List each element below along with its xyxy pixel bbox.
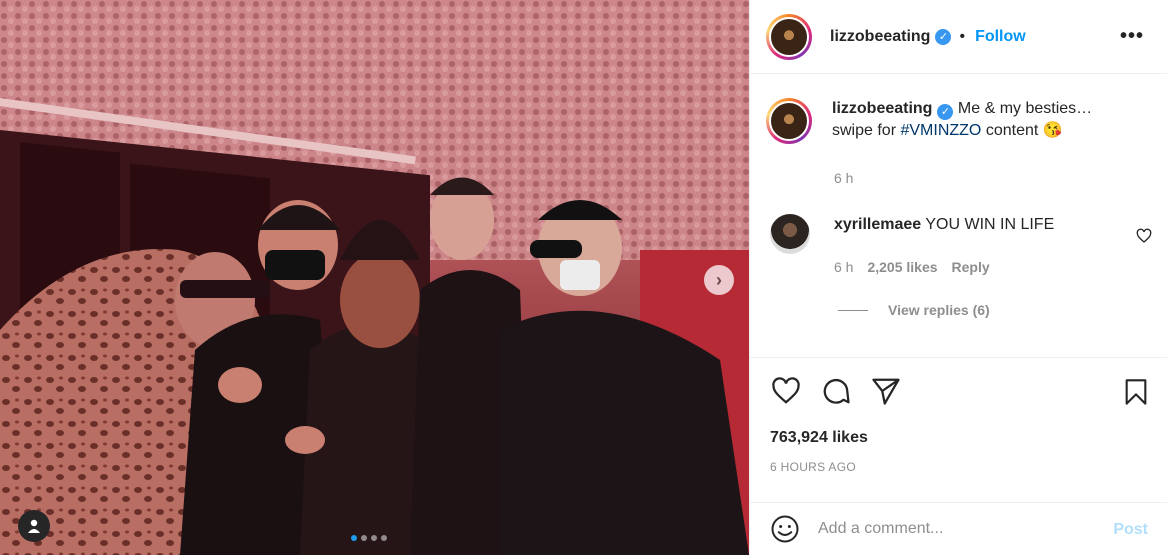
comment-meta: 6 h 2,205 likes Reply xyxy=(834,259,990,275)
author-avatar[interactable] xyxy=(766,13,812,60)
author-username[interactable]: lizzobeeating xyxy=(830,28,930,46)
likes-count[interactable]: 763,924 likes xyxy=(770,429,868,447)
post-caption: lizzobeeating ✓ Me & my besties… swipe for… xyxy=(766,98,1132,144)
heart-icon[interactable] xyxy=(770,376,802,406)
comment-item: xyrillemaee YOU WIN IN LIFE xyxy=(770,214,1054,254)
view-replies-label: View replies (6) xyxy=(888,302,990,318)
caption-time: 6 h xyxy=(834,170,854,186)
comment-icon[interactable] xyxy=(820,376,852,406)
caption-hashtag[interactable]: #VMINZZO xyxy=(900,122,981,139)
carousel-dot xyxy=(361,535,367,541)
view-replies-button[interactable]: View replies (6) xyxy=(838,302,990,318)
follow-button[interactable]: Follow xyxy=(975,28,1026,46)
comment-input[interactable] xyxy=(818,520,1088,538)
comment-likes[interactable]: 2,205 likes xyxy=(867,259,937,275)
replies-divider xyxy=(838,309,868,311)
verified-badge-icon: ✓ xyxy=(937,104,954,120)
commenter-username[interactable]: xyrillemaee xyxy=(834,216,921,233)
caption-suffix: content 😘 xyxy=(985,122,1063,139)
chevron-right-icon: › xyxy=(716,270,722,290)
carousel-dot xyxy=(381,535,387,541)
user-tag-icon xyxy=(28,519,40,533)
post-timestamp: 6 HOURS AGO xyxy=(770,460,856,474)
post-photo[interactable]: › xyxy=(0,0,749,555)
comment-time: 6 h xyxy=(834,259,854,275)
carousel-next-button[interactable]: › xyxy=(704,265,734,295)
carousel-dot xyxy=(371,535,377,541)
carousel-dot xyxy=(351,535,357,541)
reply-button[interactable]: Reply xyxy=(952,259,990,275)
comment-composer: Post xyxy=(750,502,1167,555)
caption-author-avatar[interactable] xyxy=(766,98,812,144)
commenter-avatar[interactable] xyxy=(770,214,810,254)
emoji-icon[interactable] xyxy=(770,514,800,544)
post-side-panel: lizzobeeating ✓ • Follow ••• lizzobeeati… xyxy=(749,0,1167,555)
comment-like-heart-icon[interactable] xyxy=(1136,228,1152,244)
verified-badge-icon: ✓ xyxy=(935,28,952,45)
concert-photo-scene xyxy=(0,0,749,555)
tagged-users-button[interactable] xyxy=(18,510,50,542)
post-header: lizzobeeating ✓ • Follow ••• xyxy=(750,0,1167,74)
paper-plane-icon[interactable] xyxy=(870,376,902,406)
post-comment-button[interactable]: Post xyxy=(1113,521,1148,539)
caption-username[interactable]: lizzobeeating xyxy=(832,100,932,117)
bookmark-icon[interactable] xyxy=(1122,376,1150,408)
carousel-indicator xyxy=(351,535,387,541)
comment-text: YOU WIN IN LIFE xyxy=(925,216,1055,233)
more-options-icon[interactable]: ••• xyxy=(1120,25,1144,48)
post-actions xyxy=(750,357,1167,417)
